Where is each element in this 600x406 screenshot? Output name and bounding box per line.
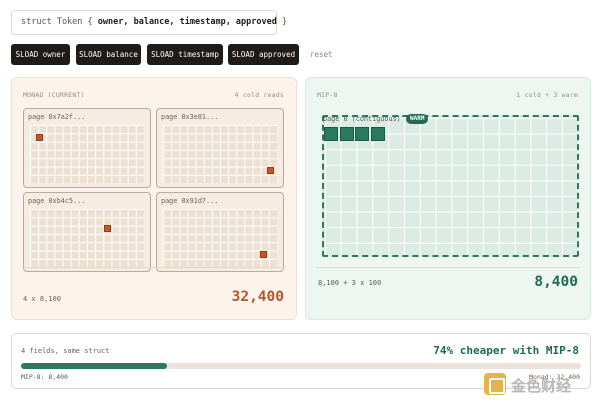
warm-slot xyxy=(355,127,369,141)
mip8-reads: 1 cold + 3 warm xyxy=(516,91,578,99)
mip8-panel: MIP-8 1 cold + 3 warm page 0 (contiguous… xyxy=(305,77,591,320)
watermark-text: 金色财经 xyxy=(511,377,572,395)
sload-timestamp-button[interactable]: SLOAD timestamp xyxy=(147,44,223,65)
watermark: 金色财经 xyxy=(484,370,596,400)
monad-panel: MONAD (CURRENT) 4 cold reads page 0x7a2f… xyxy=(11,77,297,320)
warm-slot xyxy=(324,127,338,141)
struct-fields: owner, balance, timestamp, approved xyxy=(97,17,277,27)
warm-badge: WARM xyxy=(406,114,429,124)
accessed-slot xyxy=(267,167,274,174)
page-label: page 0xb4c5... xyxy=(28,197,86,205)
jinse-logo-icon xyxy=(484,373,506,395)
accessed-slot xyxy=(104,225,111,232)
cost-comparison-bar xyxy=(21,363,581,369)
page-label: page 0x3e81... xyxy=(161,113,219,121)
monad-page-3: page 0xb4c5... xyxy=(23,192,151,272)
storage-grid xyxy=(163,125,277,183)
summary-caption: 4 fields, same struct xyxy=(21,347,110,355)
storage-grid xyxy=(30,125,144,183)
mip8-calc: 8,100 + 3 x 100 xyxy=(318,279,382,287)
monad-page-1: page 0x7a2f... xyxy=(23,108,151,188)
divider xyxy=(316,267,580,268)
monad-title: MONAD (CURRENT) xyxy=(23,91,85,99)
monad-calc: 4 x 8,100 xyxy=(23,295,61,303)
accessed-slot xyxy=(36,134,43,141)
mip8-page-label: page 0 (contiguous) xyxy=(323,115,401,123)
page-label: page 0x7a2f... xyxy=(28,113,86,121)
mip8-total: 8,400 xyxy=(534,274,578,290)
sload-balance-button[interactable]: SLOAD balance xyxy=(76,44,141,65)
storage-grid xyxy=(30,209,144,267)
sload-owner-button[interactable]: SLOAD owner xyxy=(11,44,70,65)
struct-prefix: struct Token { xyxy=(21,17,98,27)
savings-headline: 74% cheaper with MIP-8 xyxy=(433,344,579,357)
mip8-cost-label: MIP-8: 8,400 xyxy=(21,373,68,381)
monad-page-2: page 0x3e81... xyxy=(156,108,284,188)
monad-page-4: page 0x91d7... xyxy=(156,192,284,272)
mip8-title: MIP-8 xyxy=(317,91,338,99)
storage-grid xyxy=(163,209,277,267)
warm-slot xyxy=(340,127,354,141)
warm-slot xyxy=(371,127,385,141)
sload-approved-button[interactable]: SLOAD approved xyxy=(228,44,299,65)
monad-reads: 4 cold reads xyxy=(234,91,284,99)
reset-button[interactable]: reset xyxy=(310,44,333,65)
monad-total: 32,400 xyxy=(231,289,284,305)
divider xyxy=(22,267,286,268)
struct-suffix: } xyxy=(276,17,288,27)
accessed-slot xyxy=(260,251,267,258)
page-label: page 0x91d7... xyxy=(161,197,219,205)
struct-declaration: struct Token { owner, balance, timestamp… xyxy=(11,10,287,35)
mip8-cost-fill xyxy=(21,363,167,369)
